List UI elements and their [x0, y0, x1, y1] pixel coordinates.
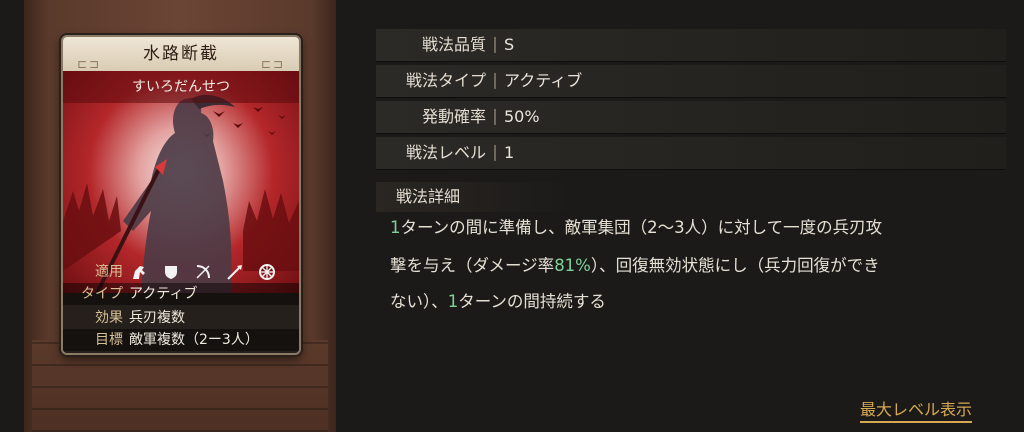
max-level-link[interactable]: 最大レベル表示 [860, 400, 973, 423]
divider [494, 73, 496, 89]
detail-text-line: 撃を与え（ダメージ率81%）、回復無効状態にし（兵力回復ができ [390, 252, 880, 276]
stat-value: S [504, 35, 515, 54]
effect-value: 兵刃複数 [129, 310, 185, 326]
detail-text: ターンの間に準備し、敵軍集団（2〜3人）に対して一度の兵刃攻 [400, 218, 883, 237]
stat-row-level: 戦法レベル 1 [376, 137, 1006, 170]
wheel-icon [257, 261, 277, 283]
stat-value: 50% [504, 107, 540, 126]
stat-label: 戦法タイプ [405, 71, 486, 90]
stat-row-probability: 発動確率 50% [376, 101, 1006, 134]
target-value: 敵軍複数（2ー3人） [129, 332, 259, 348]
detail-text-line: ない）、1ターンの間持続する [390, 288, 606, 312]
tactic-artwork: すいろだんせつ [63, 71, 299, 293]
tactic-reading: すいろだんせつ [63, 71, 299, 103]
stat-value: アクティブ [504, 71, 583, 90]
stat-label: 発動確率 [421, 107, 486, 126]
type-row: タイプ アクティブ [63, 283, 299, 305]
highlight-number: 1 [447, 292, 459, 311]
applicable-row: 適用 [63, 261, 299, 283]
stat-label: 戦法品質 [421, 35, 486, 54]
effect-row: 効果 兵刃複数 [63, 307, 299, 329]
divider [494, 109, 496, 125]
stat-row-quality: 戦法品質 S [376, 29, 1006, 62]
detail-text: ない）、 [390, 292, 448, 311]
applicable-label: 適用 [95, 264, 123, 280]
detail-text: ターンの間持続する [458, 292, 606, 311]
divider [494, 145, 496, 161]
divider [494, 37, 496, 53]
highlight-number: 1 [390, 218, 401, 237]
card-title-bar: ⊏⊐ 水路断截 ⊏⊐ [63, 37, 299, 71]
detail-text-line: 1ターンの間に準備し、敵軍集団（2〜3人）に対して一度の兵刃攻 [390, 214, 882, 238]
detail-text: ）、回復無効状態にし（兵力回復ができ [590, 256, 880, 275]
tactic-name: 水路断截 [143, 44, 219, 64]
detail-text: 撃を与え（ダメージ率 [390, 256, 555, 275]
target-label: 目標 [95, 332, 123, 348]
applicable-unit-icons [129, 261, 277, 283]
warrior-silhouette-art [63, 94, 299, 293]
tactic-card: ⊏⊐ 水路断截 ⊏⊐ すいろだんせつ 適用 タイプ アクティブ 効果 兵刃複数 … [61, 35, 301, 355]
effect-label: 効果 [95, 310, 123, 326]
card-info-panel: 適用 タイプ アクティブ 効果 兵刃複数 目標 敵軍複数（2ー3人） [63, 261, 299, 351]
shield-icon [161, 261, 181, 283]
spear-icon [225, 261, 245, 283]
stat-row-type: 戦法タイプ アクティブ [376, 65, 1006, 98]
highlight-number: 81% [554, 256, 591, 275]
detail-title: 戦法詳細 [376, 182, 576, 212]
type-value: アクティブ [129, 286, 198, 302]
cavalry-icon [129, 261, 149, 283]
stat-label: 戦法レベル [405, 143, 486, 162]
type-label: タイプ [81, 286, 123, 302]
stat-value: 1 [504, 143, 515, 162]
target-row: 目標 敵軍複数（2ー3人） [63, 329, 299, 351]
bow-icon [193, 261, 213, 283]
